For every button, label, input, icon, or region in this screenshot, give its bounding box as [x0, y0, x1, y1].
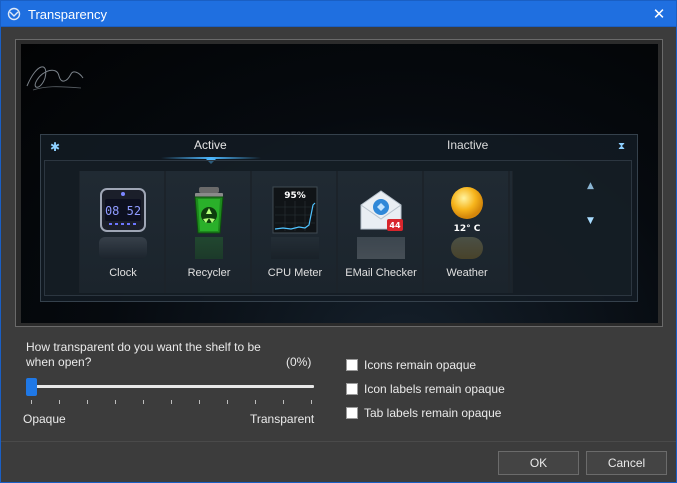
transparency-slider-thumb[interactable]	[26, 378, 37, 396]
shelf-item-label: Weather	[446, 267, 488, 279]
slider-tick	[87, 400, 88, 404]
signature-logo	[26, 66, 84, 91]
cpu-meter-icon: 95%	[272, 186, 318, 234]
icon-labels-opaque-checkbox[interactable]	[346, 383, 358, 395]
slider-tick	[143, 400, 144, 404]
slider-tick	[59, 400, 60, 404]
shelf-icons-area: 08 52 Clock Recycler 95% CPU Meter 44 EM…	[44, 160, 632, 296]
tab-inactive[interactable]: Inactive	[447, 138, 488, 152]
app-icon	[7, 7, 21, 21]
shelf-item-label: CPU Meter	[267, 267, 323, 279]
slider-tick	[171, 400, 172, 404]
svg-text:12° C: 12° C	[454, 224, 481, 234]
preview-frame: ✱ Active Inactive ⧗ 08 52 Clock Recycler…	[15, 39, 663, 327]
recycler-icon	[194, 187, 224, 234]
dialog-body: ✱ Active Inactive ⧗ 08 52 Clock Recycler…	[0, 27, 677, 483]
collapse-icon[interactable]: ⧗	[618, 141, 625, 152]
shelf-item-label: Clock	[109, 267, 137, 279]
title-bar: Transparency ✕	[0, 0, 677, 27]
ok-button[interactable]: OK	[498, 451, 579, 475]
shelf-item-label: Recycler	[187, 267, 231, 279]
shelf-preview: ✱ Active Inactive ⧗ 08 52 Clock Recycler…	[21, 44, 658, 323]
slider-min-label: Opaque	[23, 412, 66, 426]
slider-tick	[227, 400, 228, 404]
transparency-question: How transparent do you want the shelf to…	[26, 340, 261, 369]
svg-text:95%: 95%	[284, 191, 306, 201]
shelf-item-email-checker[interactable]: 44 EMail Checker	[337, 171, 423, 293]
window-title: Transparency	[28, 7, 107, 22]
tab-active[interactable]: Active	[194, 138, 227, 152]
shelf-item-label: EMail Checker	[345, 267, 417, 279]
shelf: ✱ Active Inactive ⧗ 08 52 Clock Recycler…	[40, 134, 638, 302]
footer-divider	[1, 441, 676, 442]
tab-labels-opaque-checkbox[interactable]	[346, 407, 358, 419]
email-checker-icon: 44	[360, 190, 403, 231]
slider-tick	[311, 400, 312, 404]
recycler-reflection	[185, 237, 233, 259]
transparency-slider-track[interactable]	[26, 385, 314, 388]
slider-tick	[255, 400, 256, 404]
slider-tick	[31, 400, 32, 404]
shelf-item-recycler[interactable]: Recycler	[165, 171, 251, 293]
cancel-button[interactable]: Cancel	[586, 451, 667, 475]
slider-tick	[283, 400, 284, 404]
slider-tick	[199, 400, 200, 404]
svg-text:08 52: 08 52	[105, 204, 141, 218]
option-icon-labels-opaque[interactable]: Icon labels remain opaque	[346, 381, 505, 397]
transparency-percent: (0%)	[286, 355, 312, 369]
clock-icon: 08 52	[100, 188, 146, 232]
shelf-item-weather[interactable]: 12° C Weather	[423, 171, 509, 293]
scroll-up-icon[interactable]: ▲	[587, 181, 594, 191]
slider-tick	[115, 400, 116, 404]
shelf-item-clock[interactable]: 08 52 Clock	[79, 171, 165, 293]
scroll-down-icon[interactable]: ▼	[587, 216, 594, 226]
weather-reflection	[443, 237, 491, 259]
email-checker-reflection	[357, 237, 405, 259]
slider-max-label: Transparent	[250, 412, 315, 426]
svg-text:44: 44	[389, 221, 401, 230]
shelf-item-cpu-meter[interactable]: 95% CPU Meter	[251, 171, 337, 293]
option-tab-labels-opaque[interactable]: Tab labels remain opaque	[346, 405, 501, 421]
option-label: Tab labels remain opaque	[364, 406, 502, 420]
option-label: Icons remain opaque	[364, 358, 477, 372]
option-icons-opaque[interactable]: Icons remain opaque	[346, 357, 476, 373]
close-button[interactable]: ✕	[642, 1, 676, 27]
clock-reflection	[99, 237, 147, 259]
cpu-meter-reflection	[271, 237, 319, 259]
icons-opaque-checkbox[interactable]	[346, 359, 358, 371]
shelf-item-empty	[509, 171, 513, 293]
weather-icon: 12° C	[451, 187, 483, 234]
option-label: Icon labels remain opaque	[364, 382, 505, 396]
gear-icon[interactable]: ✱	[50, 141, 62, 153]
